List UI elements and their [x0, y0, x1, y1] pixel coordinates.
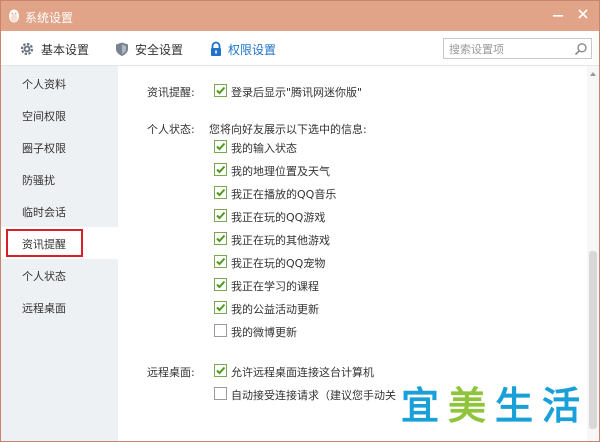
qq-penguin-icon [9, 9, 19, 23]
search-box [443, 38, 592, 59]
tab-basic-settings[interactable]: 基本设置 [19, 31, 99, 66]
personal-status-description: 您将向好友展示以下选中的信息: [209, 123, 367, 136]
checkbox[interactable] [214, 186, 227, 199]
sidebar-item-label: 个人状态 [22, 270, 66, 283]
checkbox-label: 我的输入状态 [231, 142, 297, 155]
news-reminder-label: 资讯提醒: [147, 86, 195, 99]
tab-security-settings[interactable]: 安全设置 [114, 31, 194, 66]
sidebar-item-label: 临时会话 [22, 206, 66, 219]
checkbox[interactable] [214, 84, 227, 97]
sidebar: 个人资料 空间权限 圈子权限 防骚扰 临时会话 资讯提醒 个人状态 远程桌面 [1, 66, 118, 441]
sidebar-item-label: 圈子权限 [22, 142, 66, 155]
sidebar-item-temp-chat[interactable]: 临时会话 [1, 195, 118, 227]
lock-icon [211, 41, 221, 56]
remote-desktop-label: 远程桌面: [147, 366, 195, 379]
tab-label: 安全设置 [135, 43, 184, 57]
checkmark-icon [216, 257, 226, 266]
checkbox[interactable] [214, 163, 227, 176]
tab-permission-settings[interactable]: 权限设置 [208, 31, 288, 66]
watermark-char: 宜 [400, 384, 439, 428]
checkbox-label: 允许远程桌面连接这台计算机 [231, 366, 374, 379]
checkbox-label: 我正在玩的其他游戏 [231, 234, 330, 247]
checkbox[interactable] [214, 324, 227, 337]
close-icon [578, 9, 588, 19]
title-bar[interactable]: 系统设置 [1, 1, 599, 31]
minimize-button[interactable] [547, 5, 569, 25]
sidebar-item-circle-permission[interactable]: 圈子权限 [1, 131, 118, 163]
close-button[interactable] [572, 5, 594, 25]
checkbox[interactable] [214, 232, 227, 245]
checkmark-icon [216, 165, 226, 174]
checkmark-icon [216, 280, 226, 289]
sidebar-item-label: 防骚扰 [22, 174, 55, 187]
checkbox[interactable] [214, 387, 227, 400]
checkbox[interactable] [214, 255, 227, 268]
checkbox-label: 我的微博更新 [231, 326, 297, 339]
sidebar-item-personal-status[interactable]: 个人状态 [1, 259, 118, 291]
watermark-char: 活 [541, 384, 580, 428]
shield-icon [116, 42, 128, 56]
settings-tabs: 基本设置 安全设置 权限设置 [1, 31, 599, 66]
checkmark-icon [216, 211, 226, 220]
scrollbar-thumb[interactable] [589, 251, 597, 429]
tab-label: 基本设置 [41, 43, 90, 57]
checkmark-icon [216, 234, 226, 243]
settings-window: 系统设置 基本设置 安全设置 权限设置 搜索设置项 个人资料 空间权限 圈子权限… [0, 0, 600, 442]
sidebar-item-news-reminder[interactable]: 资讯提醒 [1, 227, 118, 259]
watermark-logo: 宜 美 生 活 [394, 378, 587, 436]
watermark-char: 美 [447, 384, 486, 428]
sidebar-item-label: 个人资料 [22, 78, 66, 91]
sidebar-item-label: 空间权限 [22, 110, 66, 123]
minimize-icon [553, 15, 563, 17]
checkbox[interactable] [214, 278, 227, 291]
personal-status-label: 个人状态: [147, 123, 195, 136]
watermark-char: 生 [494, 384, 533, 428]
checkbox-label: 我正在玩的QQ宠物 [231, 257, 326, 270]
checkbox-label: 我的公益活动更新 [231, 303, 319, 316]
sidebar-item-space-permission[interactable]: 空间权限 [1, 99, 118, 131]
sidebar-item-label: 远程桌面 [22, 302, 66, 315]
checkbox-label: 我正在播放的QQ音乐 [231, 188, 337, 201]
sidebar-item-anti-harassment[interactable]: 防骚扰 [1, 163, 118, 195]
checkbox[interactable] [214, 140, 227, 153]
checkbox-label: 我正在学习的课程 [231, 280, 319, 293]
checkbox[interactable] [214, 364, 227, 377]
vertical-scrollbar[interactable] [587, 66, 599, 441]
gear-icon [20, 42, 34, 56]
sidebar-item-remote-desktop[interactable]: 远程桌面 [1, 291, 118, 323]
checkbox-label: 我正在玩的QQ游戏 [231, 211, 326, 224]
checkmark-icon [216, 303, 226, 312]
checkbox[interactable] [214, 209, 227, 222]
search-input[interactable] [449, 41, 567, 57]
checkmark-icon [216, 142, 226, 151]
scroll-up-arrow-icon[interactable] [589, 70, 597, 78]
checkmark-icon [216, 366, 226, 375]
tab-label: 权限设置 [228, 43, 277, 57]
checkbox[interactable] [214, 301, 227, 314]
window-title: 系统设置 [25, 11, 74, 25]
sidebar-item-profile[interactable]: 个人资料 [1, 67, 118, 99]
checkmark-icon [216, 86, 226, 95]
checkbox-label: 登录后显示"腾讯网迷你版" [231, 86, 363, 99]
sidebar-item-label: 资讯提醒 [22, 238, 66, 251]
search-icon[interactable] [574, 42, 588, 56]
checkbox-label: 我的地理位置及天气 [231, 165, 330, 178]
checkbox-label: 自动接受连接请求（建议您手动关 [231, 389, 396, 402]
checkmark-icon [216, 188, 226, 197]
